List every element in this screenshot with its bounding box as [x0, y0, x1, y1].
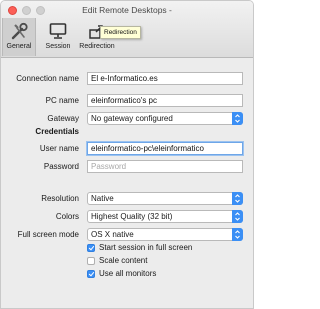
user-name-row: User name — [1, 142, 253, 155]
resolution-label: Resolution — [41, 194, 79, 203]
checkbox-unchecked[interactable] — [87, 257, 95, 265]
tab-session[interactable]: Session — [41, 18, 75, 56]
full-screen-mode-row: Full screen mode OS X native — [1, 228, 253, 241]
pc-name-field[interactable] — [87, 94, 243, 107]
scale-content-label: Scale content — [99, 256, 148, 265]
credentials-heading: Credentials — [35, 127, 79, 136]
user-name-field[interactable] — [87, 142, 243, 155]
connection-name-row: Connection name — [1, 72, 253, 85]
checkbox-checked[interactable] — [87, 244, 95, 252]
window-title: Edit Remote Desktops - — [82, 5, 172, 15]
gateway-row: Gateway No gateway configured — [1, 112, 253, 125]
start-full-screen-label: Start session in full screen — [99, 243, 193, 252]
connection-name-label: Connection name — [16, 74, 79, 83]
resolution-value: Native — [91, 194, 114, 203]
password-row: Password — [1, 160, 253, 173]
full-screen-mode-value: OS X native — [91, 230, 134, 239]
password-field[interactable] — [87, 160, 243, 173]
resolution-select[interactable]: Native — [87, 192, 243, 205]
monitor-icon — [48, 21, 68, 41]
pc-name-label: PC name — [45, 96, 79, 105]
colors-label: Colors — [55, 212, 79, 221]
chevron-up-down-icon — [232, 228, 243, 241]
colors-select[interactable]: Highest Quality (32 bit) — [87, 210, 243, 223]
resolution-row: Resolution Native — [1, 192, 253, 205]
tab-redirection-label: Redirection — [79, 43, 115, 50]
checkbox-checked[interactable] — [87, 270, 95, 278]
tab-session-label: Session — [45, 43, 71, 50]
edit-remote-desktops-window: Edit Remote Desktops - General Session R… — [0, 0, 254, 309]
full-screen-mode-label: Full screen mode — [17, 230, 79, 239]
tab-general-label: General — [6, 43, 32, 50]
gateway-select[interactable]: No gateway configured — [87, 112, 243, 125]
wrench-screwdriver-icon — [9, 21, 29, 41]
user-name-label: User name — [39, 144, 79, 153]
scale-content-checkbox[interactable]: Scale content — [87, 256, 147, 266]
colors-value: Highest Quality (32 bit) — [91, 212, 173, 221]
gateway-label: Gateway — [47, 114, 79, 123]
toolbar: Edit Remote Desktops - General Session R… — [1, 1, 253, 58]
tab-general[interactable]: General — [2, 18, 36, 56]
use-all-monitors-checkbox[interactable]: Use all monitors — [87, 269, 156, 279]
tooltip: Redirection — [100, 26, 141, 39]
pc-name-row: PC name — [1, 94, 253, 107]
start-full-screen-checkbox[interactable]: Start session in full screen — [87, 243, 192, 253]
credentials-row: Credentials — [1, 125, 253, 138]
full-screen-mode-select[interactable]: OS X native — [87, 228, 243, 241]
connection-name-field[interactable] — [87, 72, 243, 85]
use-all-monitors-label: Use all monitors — [99, 269, 157, 278]
colors-row: Colors Highest Quality (32 bit) — [1, 210, 253, 223]
password-label: Password — [43, 162, 79, 171]
chevron-up-down-icon — [232, 210, 243, 223]
gateway-value: No gateway configured — [91, 114, 173, 123]
chevron-up-down-icon — [232, 112, 243, 125]
chevron-up-down-icon — [232, 192, 243, 205]
